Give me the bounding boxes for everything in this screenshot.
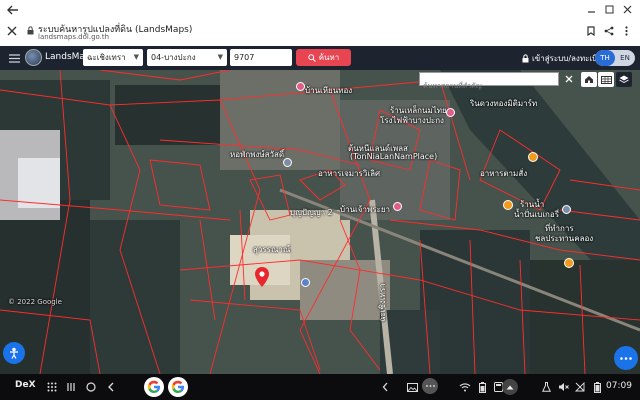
- battery-status-icon: [589, 379, 605, 395]
- chevron-left-icon[interactable]: [377, 379, 393, 395]
- battery-icon: [474, 379, 490, 395]
- map-label: รินดวงทองมิติมาร์ท: [470, 99, 538, 108]
- map-label: บุญปัญญา 2: [290, 208, 333, 217]
- lock-icon: [522, 54, 529, 63]
- place-search-box[interactable]: [419, 72, 559, 92]
- gallery-icon[interactable]: [404, 379, 420, 395]
- grid-table-icon[interactable]: [598, 72, 614, 87]
- brand-logo: [25, 49, 42, 66]
- overflow-notifications-icon[interactable]: [422, 378, 438, 394]
- google-watermark: © 2022 Google: [8, 298, 62, 306]
- menu-icon[interactable]: [8, 52, 20, 64]
- accessibility-button[interactable]: [3, 342, 25, 368]
- dex-taskbar: DeX 07:09: [0, 374, 640, 400]
- google-app-icon[interactable]: [144, 377, 164, 397]
- lang-th-button[interactable]: TH: [595, 50, 615, 66]
- poi-pin[interactable]: [446, 108, 455, 117]
- google-app-icon[interactable]: [168, 377, 188, 397]
- layers-icon[interactable]: [616, 72, 632, 87]
- map-label: อาหารตามสั่ง: [480, 169, 528, 178]
- chevron-down-icon: ▼: [217, 53, 223, 61]
- poi-pin[interactable]: [564, 258, 574, 268]
- map-label: ฉะเชิงเทรา: [378, 283, 387, 322]
- url-text[interactable]: landsmaps.dol.go.th: [38, 33, 109, 41]
- map-label: สุวรรณาณ์: [253, 245, 291, 254]
- more-vertical-icon[interactable]: [621, 25, 631, 37]
- home-circle-icon[interactable]: [83, 379, 99, 395]
- map-label: โรงไฟฟ้าบางปะกง: [380, 116, 444, 125]
- map-label: บ้านเหียนทอง: [305, 86, 353, 95]
- window-minimize-icon[interactable]: [585, 4, 597, 14]
- more-horizontal-icon: [620, 356, 632, 360]
- dex-button[interactable]: DeX: [15, 380, 36, 390]
- province-select[interactable]: ฉะเชิงเทรา ▼: [83, 49, 143, 66]
- window-maximize-icon[interactable]: [603, 4, 615, 14]
- app-drawer-icon[interactable]: [44, 379, 60, 395]
- clear-search-icon[interactable]: [563, 73, 574, 84]
- poi-pin[interactable]: [528, 152, 538, 162]
- app-header: LandsMaps ฉะเชิงเทรา ▼ 04-บางปะกง ▼ 9707…: [0, 46, 640, 70]
- map-label: บ้านเจ้าพระยา: [340, 205, 390, 214]
- more-actions-fab[interactable]: [614, 346, 638, 370]
- no-signal-icon: [572, 379, 588, 395]
- home-icon[interactable]: [581, 72, 597, 87]
- place-search-input[interactable]: [420, 80, 558, 92]
- poi-pin[interactable]: [562, 205, 571, 214]
- window-close-icon[interactable]: [621, 4, 633, 14]
- search-button[interactable]: ค้นหา: [296, 49, 351, 66]
- clock: 07:09: [606, 381, 632, 391]
- district-select[interactable]: 04-บางปะกง ▼: [147, 49, 227, 66]
- back-arrow-icon[interactable]: [6, 4, 20, 16]
- satellite-imagery: [0, 70, 640, 374]
- district-select-value: 04-บางปะกง: [151, 53, 196, 62]
- chevron-down-icon: ▼: [133, 53, 139, 61]
- poi-pin[interactable]: [393, 202, 402, 211]
- map-label: หอพักพงษ์สวัสดิ์: [230, 150, 285, 159]
- map-label: อาหารเจมารวิเลิศ: [318, 169, 381, 178]
- wifi-icon: [457, 379, 473, 395]
- search-button-label: ค้นหา: [318, 53, 340, 62]
- person-icon: [10, 347, 18, 359]
- poi-pin[interactable]: [503, 200, 513, 210]
- lang-en-button[interactable]: EN: [615, 50, 635, 66]
- close-tab-icon[interactable]: [6, 25, 18, 37]
- lang-toggle: TH EN: [595, 50, 635, 66]
- expand-up-icon[interactable]: [502, 379, 518, 395]
- poi-pin[interactable]: [301, 278, 310, 287]
- map-view[interactable]: บ้านเหียนทอง ร้านเหล็กนมไทย โรงไฟฟ้าบางป…: [0, 70, 640, 374]
- map-label: น้ำปั่นเบเกอรี่: [514, 210, 559, 219]
- location-marker-icon[interactable]: [255, 267, 269, 287]
- recents-icon[interactable]: [63, 379, 79, 395]
- browser-chrome: ระบบค้นหารูปแปลงที่ดิน (LandsMaps) lands…: [0, 0, 640, 46]
- parcel-number-value: 9707: [234, 53, 255, 62]
- bookmark-icon[interactable]: [585, 25, 597, 37]
- mute-icon[interactable]: [555, 379, 571, 395]
- lab-flask-icon: [538, 379, 554, 395]
- search-icon: [308, 53, 316, 62]
- map-label: ชลประทานคลอง: [535, 234, 594, 243]
- poi-pin[interactable]: [283, 158, 292, 167]
- map-label: (TonNiaLanNamPlace): [350, 152, 438, 161]
- province-select-value: ฉะเชิงเทรา: [87, 53, 126, 62]
- back-chevron-icon[interactable]: [103, 379, 119, 395]
- share-icon[interactable]: [603, 25, 615, 37]
- poi-pin[interactable]: [296, 82, 305, 91]
- parcel-number-input[interactable]: 9707: [230, 49, 292, 66]
- lock-icon: [26, 25, 34, 35]
